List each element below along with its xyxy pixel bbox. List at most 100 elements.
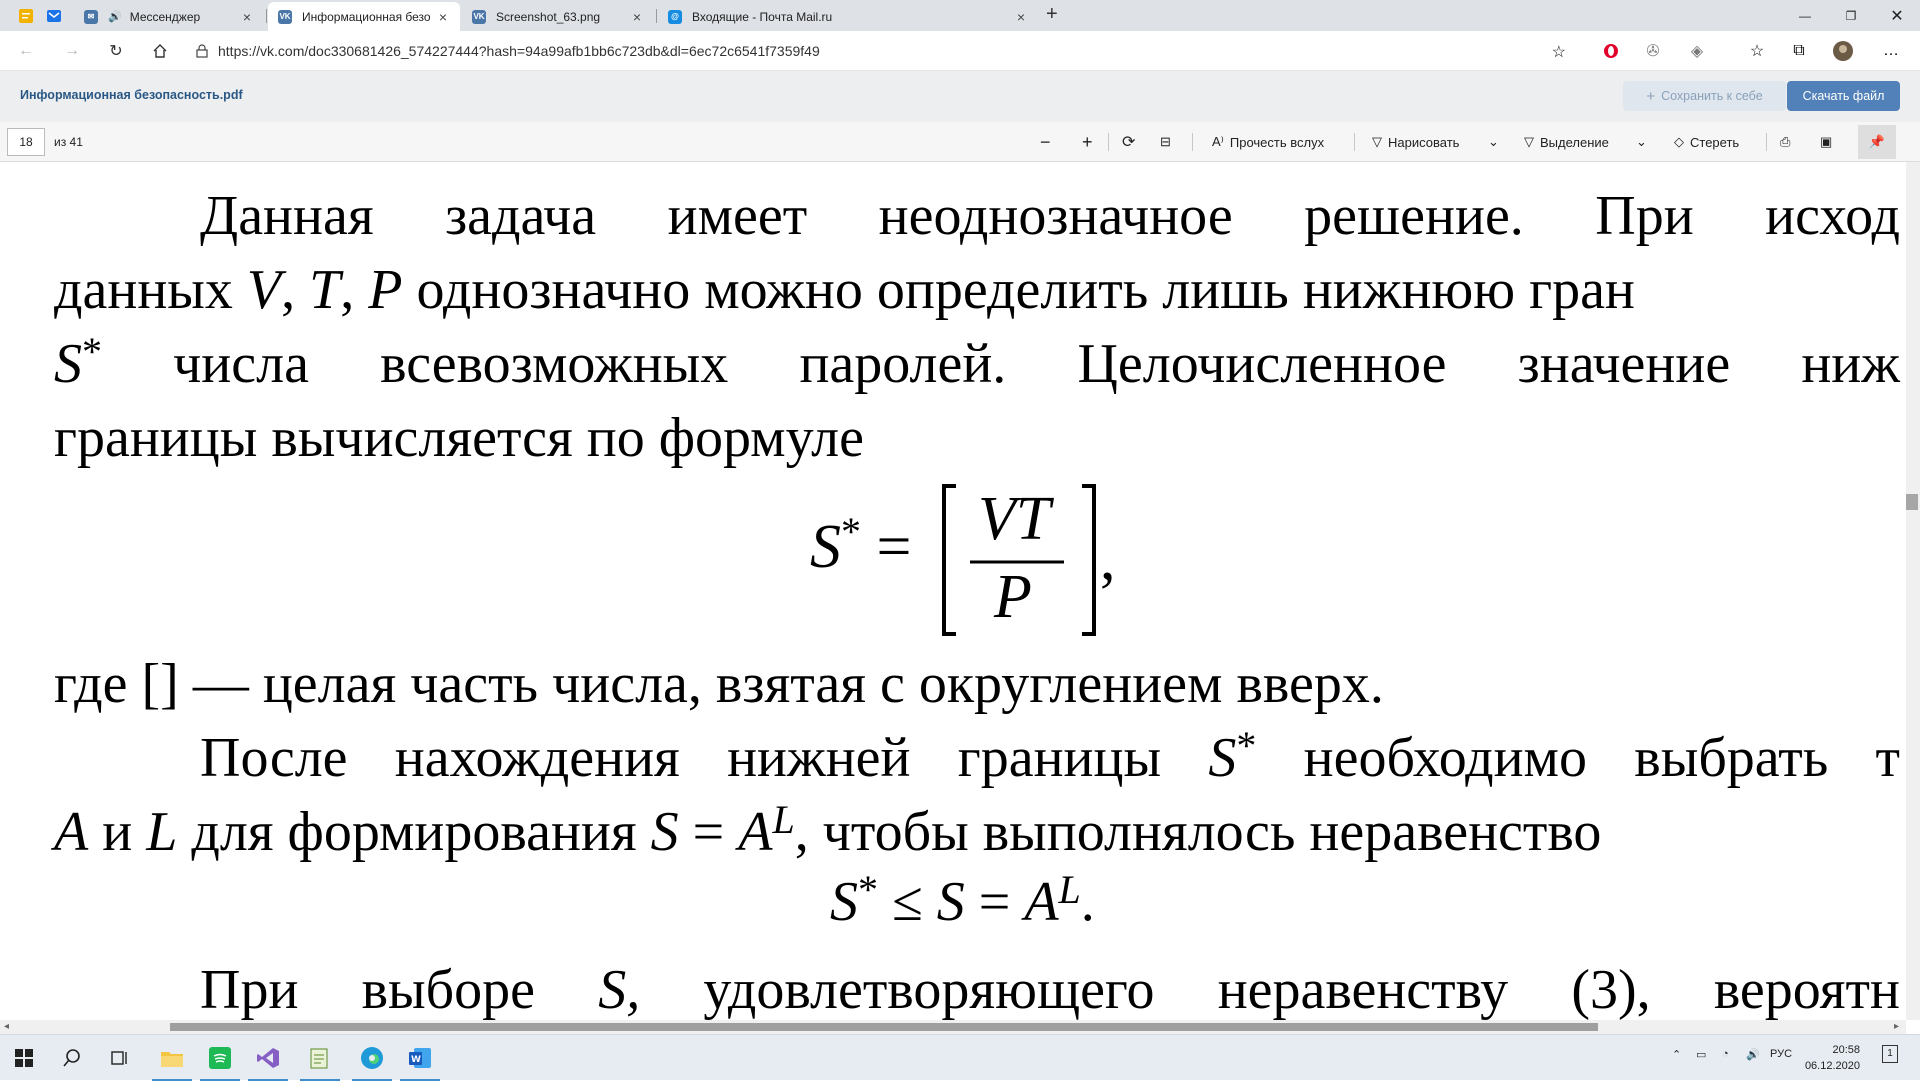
opera-extension[interactable] (1600, 40, 1622, 62)
favorite-star-icon[interactable]: ☆ (1552, 42, 1566, 62)
download-file-button[interactable]: Скачать файл (1787, 81, 1900, 111)
vertical-scrollbar[interactable] (1906, 162, 1920, 1020)
notepad-button[interactable] (296, 1035, 344, 1081)
favorites-list-icon: ☆ (1749, 43, 1765, 60)
arrow-left-icon: ← (18, 42, 34, 59)
print-button[interactable]: ⎙ (1780, 130, 1790, 154)
show-hidden-icons[interactable]: ⌃ (1672, 1048, 1681, 1061)
file-explorer-button[interactable] (148, 1035, 196, 1081)
home-icon (153, 44, 167, 58)
collections-button[interactable]: ⧉ (1788, 40, 1810, 62)
pin-toolbar-button[interactable]: 📌 (1858, 125, 1896, 159)
restore-button[interactable]: ❐ (1828, 0, 1874, 31)
document-header: Информационная безопасность.pdf + Сохран… (0, 71, 1920, 122)
read-aloud-icon: A⁾ (1212, 134, 1224, 149)
vertical-scroll-thumb[interactable] (1906, 494, 1918, 510)
visual-studio-icon (257, 1048, 279, 1068)
text-line: границы вычисляется по формуле (54, 407, 864, 469)
fit-page-button[interactable]: ⊟ (1160, 130, 1171, 154)
lock-icon (196, 44, 208, 58)
sticky-notes-icon (19, 9, 33, 23)
spotify-icon (209, 1047, 231, 1069)
close-icon: ✕ (1890, 7, 1904, 25)
navigation-bar: ← → ↻ https://vk.com/doc330681426_574227… (0, 31, 1920, 71)
pinned-tab-notes[interactable] (15, 5, 37, 27)
fit-width-icon: ⊟ (1160, 134, 1171, 149)
wifi-icon[interactable]: ◔ (1722, 1048, 1729, 1060)
keyboard-language[interactable]: РУС (1770, 1048, 1792, 1060)
zoom-out-button[interactable]: − (1040, 130, 1051, 154)
mail-ru-icon: @ (668, 9, 682, 24)
draw-button[interactable]: ▽ Нарисовать (1372, 130, 1459, 154)
formula-inequality: S* ≤ S = AL. (830, 867, 1095, 933)
more-icon: … (1883, 42, 1899, 59)
folder-icon (161, 1052, 183, 1067)
scroll-right-arrow[interactable]: ▸ (1894, 1021, 1899, 1032)
erase-button[interactable]: ◇ Стереть (1674, 130, 1739, 154)
refresh-button[interactable]: ↻ (104, 39, 128, 63)
address-bar[interactable]: https://vk.com/doc330681426_574227444?ha… (188, 36, 1578, 66)
highlighter-icon: ▽ (1524, 134, 1534, 149)
home-button[interactable] (148, 39, 172, 63)
close-tab-icon[interactable]: × (1014, 9, 1028, 25)
minimize-button[interactable]: — (1782, 0, 1828, 31)
avatar (1833, 41, 1853, 61)
battery-icon[interactable]: ▭ (1696, 1048, 1706, 1061)
system-clock[interactable]: 20:58 06.12.2020 (1802, 1042, 1860, 1074)
new-tab-button[interactable]: + (1046, 3, 1058, 26)
opera-icon (1604, 44, 1618, 58)
horizontal-scroll-thumb[interactable] (170, 1023, 1598, 1031)
plus-icon: + (1082, 131, 1093, 152)
action-center-button[interactable]: 1 (1882, 1045, 1898, 1063)
word-button[interactable]: W (396, 1035, 444, 1081)
tab-screenshot[interactable]: VK Screenshot_63.png × (462, 2, 654, 31)
pinned-tab-mail[interactable] (43, 5, 65, 27)
close-tab-icon[interactable]: × (240, 9, 254, 25)
search-button[interactable] (48, 1035, 96, 1081)
highlight-button[interactable]: ▽ Выделение (1524, 130, 1609, 154)
favorites-button[interactable]: ☆ (1746, 40, 1768, 62)
pin-icon: 📌 (1868, 134, 1886, 149)
search-icon (63, 1049, 80, 1067)
floppy-disk-icon: ▣ (1820, 134, 1833, 149)
close-window-button[interactable]: ✕ (1874, 0, 1920, 31)
tab-strip: ✉ 🔊 Мессенджер × VK Информационная безоп… (0, 0, 1920, 31)
forward-button[interactable]: → (60, 39, 84, 63)
edge-button[interactable] (348, 1035, 396, 1081)
profile-button[interactable] (1832, 40, 1854, 62)
extension-button[interactable]: ✇ (1642, 40, 1664, 62)
tab-messenger[interactable]: ✉ 🔊 Мессенджер × (74, 2, 264, 31)
vk-icon: VK (278, 9, 292, 24)
settings-menu-button[interactable]: … (1880, 40, 1902, 62)
zoom-in-button[interactable]: + (1082, 130, 1093, 154)
restore-icon: ❐ (1845, 8, 1857, 23)
page-number-input[interactable]: 18 (7, 128, 45, 156)
scroll-left-arrow[interactable]: ◂ (4, 1021, 9, 1032)
save-button[interactable]: ▣ (1820, 130, 1832, 154)
read-aloud-button[interactable]: A⁾ Прочесть вслух (1212, 130, 1324, 154)
rotate-button[interactable]: ⟳ (1122, 130, 1135, 154)
task-view-icon (111, 1051, 127, 1065)
close-tab-icon[interactable]: × (630, 9, 644, 25)
plus-icon: + (1646, 87, 1656, 105)
minimize-icon: — (1799, 8, 1811, 23)
back-button[interactable]: ← (14, 39, 38, 63)
task-view-button[interactable] (96, 1035, 144, 1081)
page-count: из 41 (54, 135, 83, 149)
pdf-page: Данная задача имеет неоднозначное решени… (0, 162, 1906, 1020)
save-to-my-docs-button[interactable]: + Сохранить к себе (1623, 81, 1786, 111)
tab-info-security[interactable]: VK Информационная безопасность × (268, 2, 460, 31)
highlight-options-dropdown[interactable]: ⌄ (1636, 130, 1647, 154)
notepad-icon (310, 1048, 328, 1069)
toolbar-separator (1766, 133, 1767, 151)
spotify-button[interactable] (196, 1035, 244, 1081)
start-button[interactable] (0, 1035, 48, 1081)
volume-icon[interactable]: 🔊 (1746, 1048, 1760, 1061)
draw-options-dropdown[interactable]: ⌄ (1488, 130, 1499, 154)
chevron-down-icon: ⌄ (1636, 134, 1647, 149)
visual-studio-button[interactable] (244, 1035, 292, 1081)
extension-button-2[interactable]: ◈ (1686, 40, 1708, 62)
pdf-toolbar: 18 из 41 − + ⟳ ⊟ A⁾ Прочесть вслух ▽ Нар… (0, 122, 1920, 162)
close-tab-icon[interactable]: × (436, 9, 450, 25)
tab-mail-ru[interactable]: @ Входящие - Почта Mail.ru × (658, 2, 1038, 31)
